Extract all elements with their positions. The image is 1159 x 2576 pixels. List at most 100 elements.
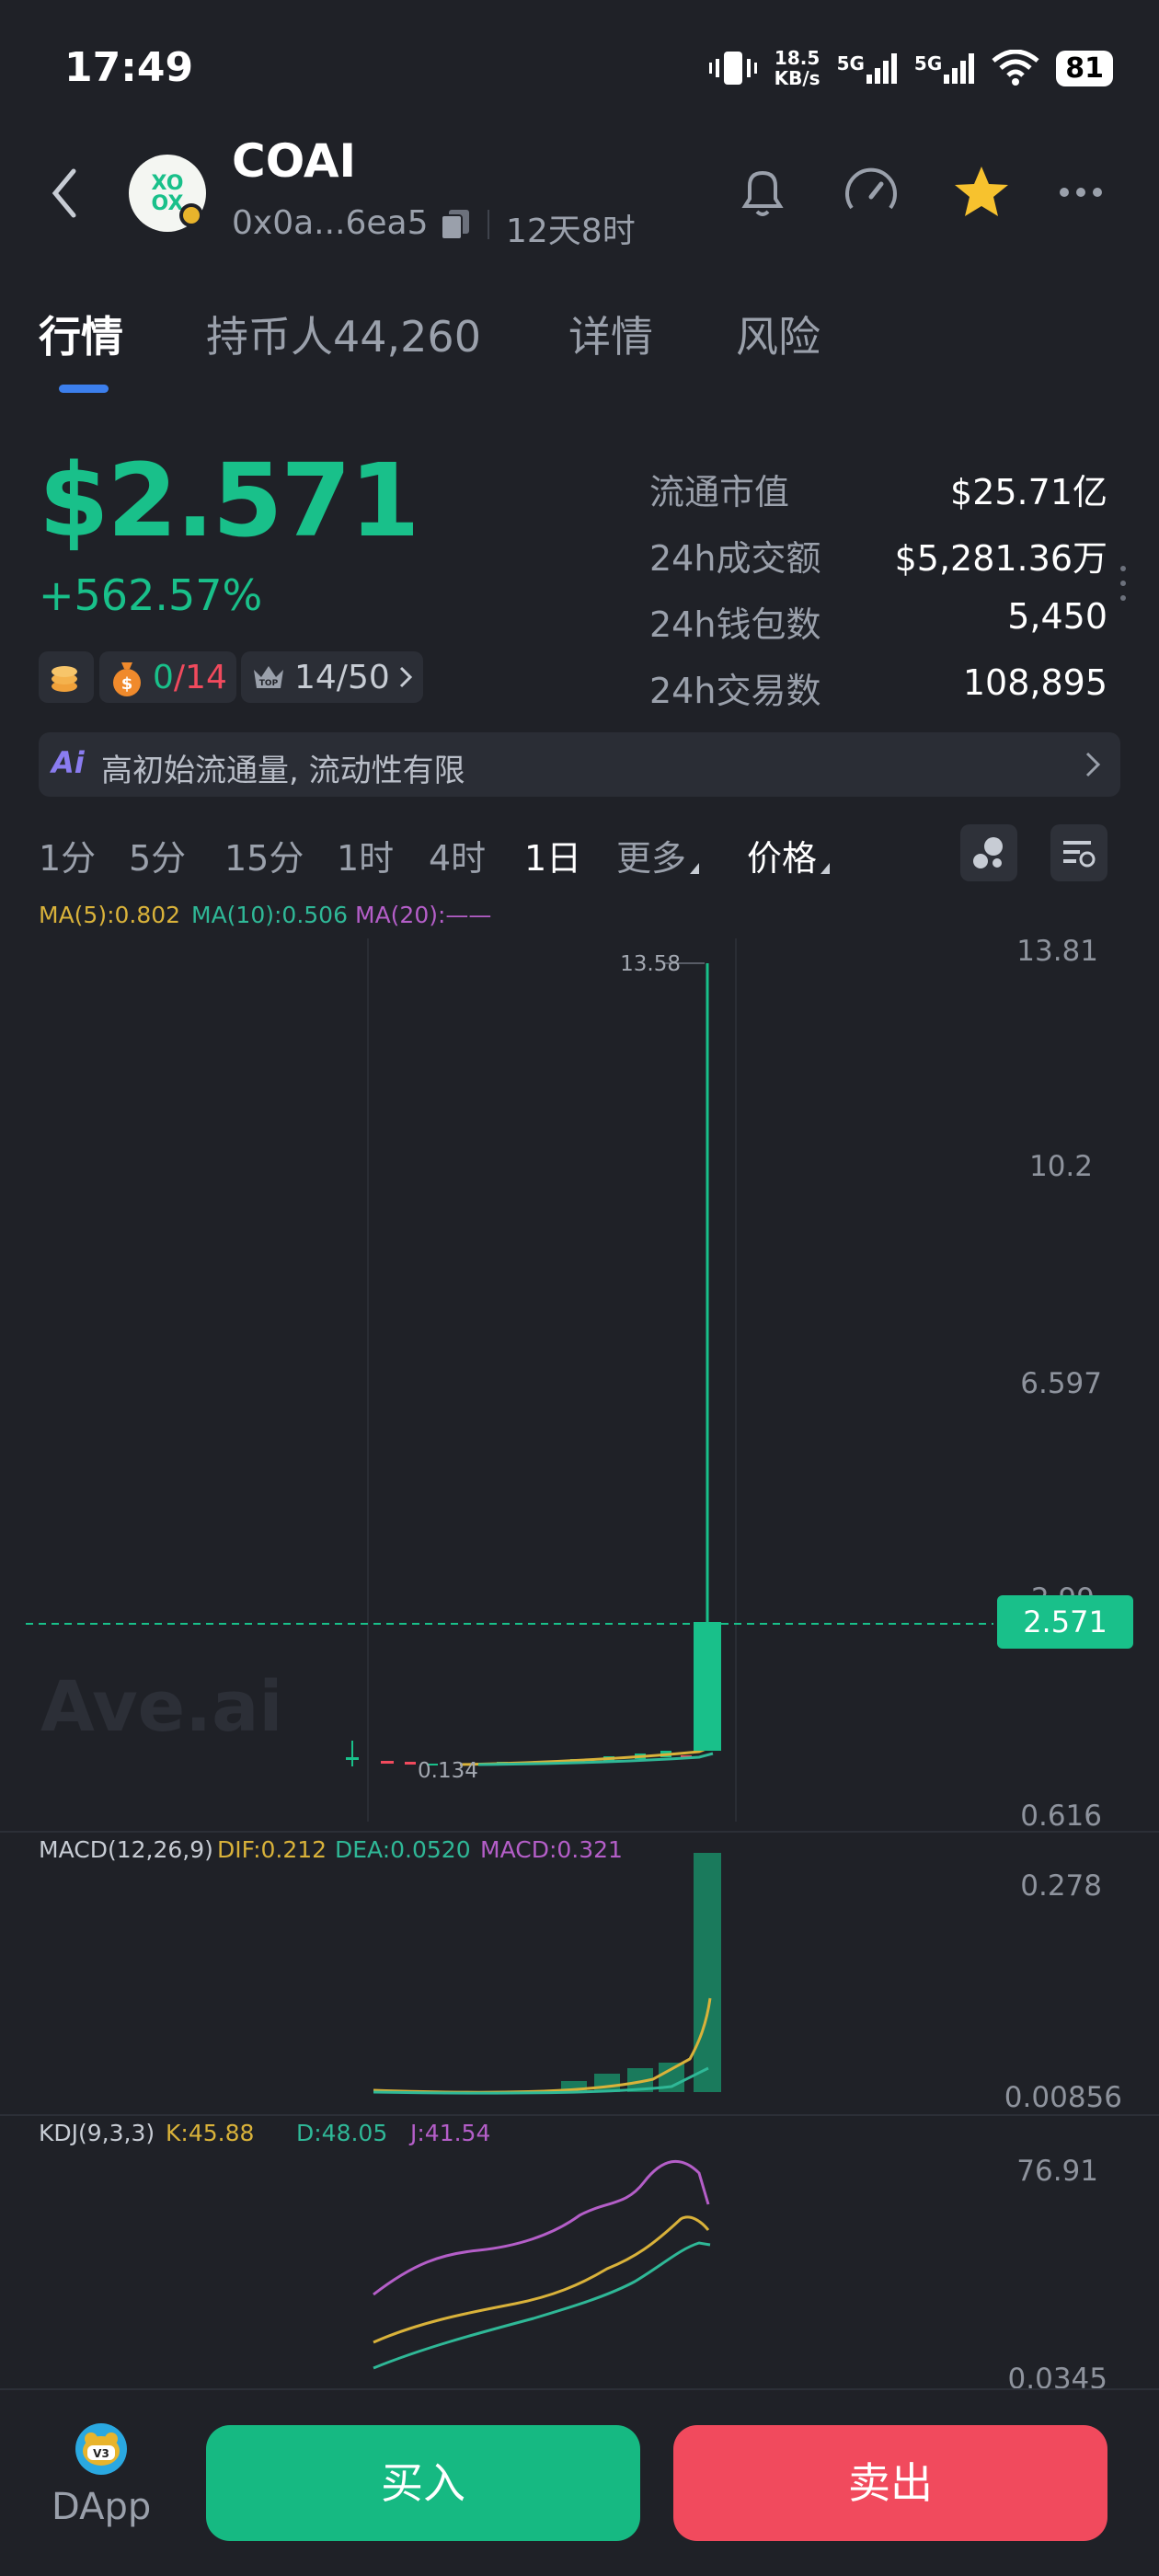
stat-wallets-label: 24h钱包数 <box>649 604 821 645</box>
stat-volume-label: 24h成交额 <box>649 538 821 579</box>
signal-bars-icon <box>866 53 897 84</box>
macd-divider <box>0 1831 1159 1833</box>
y-axis-3: 6.597 <box>1020 1367 1102 1400</box>
token-address: 0x0a...6ea5 <box>232 204 429 242</box>
svg-text:TOP: TOP <box>259 679 279 688</box>
net-speed-unit: KB/s <box>774 67 820 89</box>
high-label: 13.58 <box>620 952 681 976</box>
tab-holders[interactable]: 持币人44,260 <box>206 304 481 364</box>
token-age: 12天8时 <box>506 213 636 250</box>
tab-risk[interactable]: 风险 <box>736 304 820 364</box>
tf-more-label: 更多 <box>616 838 687 879</box>
signal-2: 5G <box>914 52 975 84</box>
buy-button[interactable]: 买入 <box>206 2425 640 2541</box>
chart-settings-icon <box>1063 841 1096 868</box>
kdj-d-line <box>373 2241 711 2370</box>
tab-details[interactable]: 详情 <box>568 304 653 364</box>
tasks-total: /14 <box>173 658 227 696</box>
copy-icon[interactable] <box>438 206 475 243</box>
tf-15m[interactable]: 15分 <box>224 830 304 880</box>
wifi-icon <box>992 50 1039 86</box>
status-icons: 18.5 KB/s 5G 5G 81 <box>708 48 1113 88</box>
net-speed: 18.5 KB/s <box>775 48 820 88</box>
candle <box>381 1761 394 1764</box>
tf-more[interactable]: 更多 <box>616 830 700 880</box>
signal-1: 5G <box>837 52 898 84</box>
star-icon[interactable] <box>951 162 1012 223</box>
tf-4h[interactable]: 4时 <box>429 830 486 880</box>
low-label: 0.134 <box>418 1759 478 1783</box>
crown-top-icon: TOP <box>254 666 283 688</box>
vertical-dots-icon[interactable] <box>1119 563 1128 604</box>
dapp-icon[interactable]: V3 <box>75 2423 127 2475</box>
price-change: +562.57% <box>39 570 263 620</box>
money-bag-icon: $ <box>113 662 141 696</box>
indicator-button[interactable] <box>960 824 1017 881</box>
kdj-j-line <box>373 2159 710 2296</box>
stat-volume-value: $5,281.36万 <box>894 538 1107 579</box>
top-holders-badge[interactable]: TOP 14/50 <box>241 651 423 703</box>
ai-risk-banner[interactable]: Ai 高初始流通量, 流动性有限 <box>39 732 1120 797</box>
svg-text:OX: OX <box>152 192 184 215</box>
tab-market[interactable]: 行情 <box>39 304 123 364</box>
signal-bars-icon <box>944 53 975 84</box>
header-separator <box>488 210 489 239</box>
tf-1d[interactable]: 1日 <box>524 830 581 880</box>
big-candle-body <box>694 1622 721 1751</box>
macd-histogram <box>561 1853 721 2092</box>
signal-1-label: 5G <box>836 52 865 75</box>
current-price-tag: 2.571 <box>997 1595 1133 1649</box>
token-title: COAI <box>232 134 357 188</box>
chart-settings-button[interactable] <box>1050 824 1107 881</box>
vibrate-icon <box>708 52 757 85</box>
dea-line <box>373 2066 709 2095</box>
price-chart[interactable]: 13.58 0.134 <box>0 920 1159 1840</box>
svg-text:$: $ <box>121 674 133 694</box>
more-icon[interactable] <box>1050 162 1111 223</box>
dapp-label[interactable]: DApp <box>52 2486 151 2528</box>
tf-1h[interactable]: 1时 <box>337 830 394 880</box>
tasks-badge[interactable]: $ 0/14 <box>99 651 236 703</box>
macd-bar <box>594 2074 620 2092</box>
ai-banner-text: 高初始流通量, 流动性有限 <box>101 753 465 789</box>
dapp-frog-icon: V3 <box>77 2425 125 2473</box>
tf-1m[interactable]: 1分 <box>39 830 96 880</box>
coins-badge[interactable] <box>39 651 94 703</box>
candle <box>405 1762 416 1765</box>
top-holders-value: 14/50 <box>294 658 390 696</box>
bubble-icon <box>973 837 1003 868</box>
status-time: 17:49 <box>64 44 194 91</box>
net-speed-value: 18.5 <box>774 47 820 69</box>
battery: 81 <box>1056 50 1113 86</box>
stat-market-cap-label: 流通市值 <box>649 472 790 512</box>
coins-icon <box>52 666 77 692</box>
signal-2-label: 5G <box>913 52 943 75</box>
dapp-badge: V3 <box>93 2447 109 2460</box>
stat-wallets-value: 5,450 <box>1007 596 1107 637</box>
tf-price[interactable]: 价格 <box>747 830 831 880</box>
current-price: $2.571 <box>39 442 419 559</box>
dropdown-triangle-icon <box>690 863 700 874</box>
chevron-right-icon <box>1085 752 1101 777</box>
bell-icon[interactable] <box>732 162 793 223</box>
chevron-right-icon <box>399 666 412 688</box>
stat-market-cap-value: $25.71亿 <box>950 472 1107 512</box>
macd-bar <box>694 1853 721 2092</box>
stat-trades-value: 108,895 <box>962 662 1107 703</box>
back-icon[interactable] <box>48 166 81 221</box>
active-tab-indicator <box>59 385 109 393</box>
tf-price-label: 价格 <box>747 838 818 879</box>
y-axis-1: 13.81 <box>1016 935 1098 968</box>
token-logo: XO OX <box>129 155 206 232</box>
token-logo-icon: XO OX <box>152 172 203 227</box>
speedometer-icon[interactable] <box>841 162 901 223</box>
y-axis-2: 10.2 <box>1028 1150 1093 1183</box>
stat-trades-label: 24h交易数 <box>649 671 821 711</box>
ai-icon: Ai <box>52 745 85 780</box>
tasks-done: 0 <box>153 658 174 696</box>
kdj-chart <box>373 2159 711 2370</box>
tf-5m[interactable]: 5分 <box>129 830 186 880</box>
macd-chart <box>373 1853 721 2095</box>
sell-button[interactable]: 卖出 <box>673 2425 1107 2541</box>
dropdown-triangle-icon <box>820 863 831 874</box>
